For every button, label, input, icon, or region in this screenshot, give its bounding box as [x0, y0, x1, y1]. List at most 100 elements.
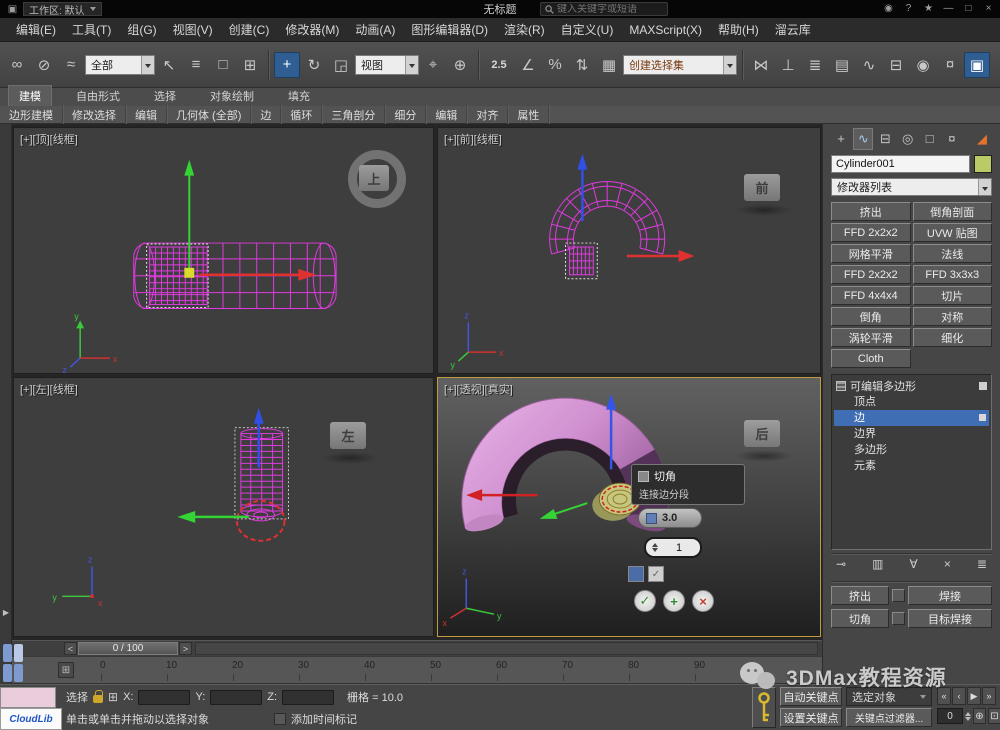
- ribbon-tab[interactable]: 自由形式: [66, 86, 130, 106]
- modifier-set-button[interactable]: 切片: [913, 286, 993, 305]
- select-by-name-icon[interactable]: ≡: [183, 52, 209, 78]
- edit-named-selections-icon[interactable]: ▦: [596, 52, 622, 78]
- edit-edges-button[interactable]: 焊接: [908, 586, 992, 605]
- ribbon-tab[interactable]: 对象绘制: [200, 86, 264, 106]
- z-coord-field[interactable]: [282, 690, 334, 705]
- caddy-apply-button[interactable]: +: [663, 590, 685, 612]
- named-selection-sets-dropdown[interactable]: 创建选择集: [623, 55, 737, 75]
- schematic-view-icon[interactable]: ⊟: [883, 52, 909, 78]
- chamfer-amount-field[interactable]: 3.0: [638, 508, 702, 528]
- ribbon-panel-button[interactable]: 属性: [508, 105, 549, 125]
- search-input[interactable]: [557, 4, 663, 15]
- smooth-toggle[interactable]: ✓: [648, 566, 664, 582]
- stack-root-item[interactable]: 可编辑多边形: [834, 377, 989, 394]
- modifier-set-button[interactable]: 倒角剖面: [913, 202, 993, 221]
- edit-edges-button[interactable]: 目标焊接: [908, 609, 992, 628]
- key-filters-button[interactable]: 关键点过滤器...: [846, 708, 932, 727]
- menu-item[interactable]: 溜云库: [767, 18, 819, 41]
- ribbon-panel-button[interactable]: 三角剖分: [322, 105, 385, 125]
- ribbon-tab[interactable]: 填充: [278, 86, 320, 106]
- mini-curve-editor-icon[interactable]: ⊞: [58, 662, 74, 678]
- previous-frame-arrow[interactable]: <: [64, 642, 77, 655]
- snaps-toggle[interactable]: 2.5: [484, 54, 514, 76]
- ribbon-panel-button[interactable]: 几何体 (全部): [167, 105, 251, 125]
- menu-item[interactable]: 创建(C): [221, 18, 278, 41]
- modifier-set-button[interactable]: FFD 2x2x2: [831, 265, 911, 284]
- angle-snap-icon[interactable]: ∠: [515, 52, 541, 78]
- align-icon[interactable]: ⊥: [775, 52, 801, 78]
- select-and-rotate-icon[interactable]: ↻: [301, 52, 327, 78]
- stack-subobject-item[interactable]: 边: [834, 410, 989, 426]
- edit-edges-button[interactable]: 挤出: [831, 586, 889, 605]
- modifier-set-button[interactable]: 倒角: [831, 307, 911, 326]
- key-filter-selection-dropdown[interactable]: 选定对象: [846, 687, 932, 706]
- pin-stack-icon[interactable]: ⊸: [836, 557, 846, 571]
- object-color-swatch[interactable]: [974, 155, 992, 173]
- ribbon-panel-button[interactable]: 编辑: [426, 105, 467, 125]
- chamfer-type-toggle[interactable]: [628, 566, 644, 582]
- motion-tab-icon[interactable]: ◎: [898, 128, 918, 150]
- unlink-selection-icon[interactable]: ⊘: [31, 52, 57, 78]
- menu-item[interactable]: 帮助(H): [710, 18, 767, 41]
- viewcube-front[interactable]: 前: [744, 174, 780, 201]
- select-object-icon[interactable]: ↖: [156, 52, 182, 78]
- minimize-icon[interactable]: —: [940, 1, 957, 16]
- menu-item[interactable]: 自定义(U): [553, 18, 622, 41]
- viewcube-back[interactable]: 后: [744, 420, 780, 447]
- time-tag-icon[interactable]: [274, 713, 286, 725]
- selection-lock-icon[interactable]: [93, 695, 103, 703]
- modifier-set-button[interactable]: Cloth: [831, 349, 911, 368]
- cloudlib-dock-icon[interactable]: [3, 644, 23, 682]
- viewcube-top[interactable]: 上: [359, 165, 389, 191]
- viewcube-left[interactable]: 左: [330, 422, 366, 449]
- modifier-set-button[interactable]: FFD 4x4x4: [831, 286, 911, 305]
- modifier-set-button[interactable]: 网格平滑: [831, 244, 911, 263]
- menu-item[interactable]: 渲染(R): [496, 18, 553, 41]
- auto-key-button[interactable]: 自动关键点: [780, 687, 842, 706]
- ribbon-tab[interactable]: 选择: [144, 86, 186, 106]
- layer-explorer-icon[interactable]: ≣: [802, 52, 828, 78]
- previous-frame-icon[interactable]: ‹: [952, 687, 966, 705]
- viewport-perspective[interactable]: [+][透视][真实]: [437, 377, 821, 637]
- favorites-icon[interactable]: ★: [920, 1, 937, 16]
- set-key-button[interactable]: 设置关键点: [780, 708, 842, 727]
- modifier-set-button[interactable]: 挤出: [831, 202, 911, 221]
- viewport-front[interactable]: [+][前][线框] z x: [437, 127, 821, 374]
- modifier-set-button[interactable]: 对称: [913, 307, 993, 326]
- close-icon[interactable]: ×: [980, 1, 997, 16]
- modifier-set-button[interactable]: 法线: [913, 244, 993, 263]
- selection-filter-dropdown[interactable]: 全部: [85, 55, 155, 75]
- absolute-offset-mode-icon[interactable]: ⊞: [108, 690, 118, 704]
- viewport-label[interactable]: [+][前][线框]: [444, 131, 502, 147]
- curve-editor-icon[interactable]: ∿: [856, 52, 882, 78]
- create-tab-icon[interactable]: +: [831, 128, 851, 150]
- object-name-field[interactable]: Cylinder001: [831, 155, 970, 173]
- go-to-start-icon[interactable]: «: [937, 687, 951, 705]
- select-and-scale-icon[interactable]: ◲: [328, 52, 354, 78]
- macro-recorder-strip[interactable]: [0, 687, 56, 708]
- modifier-set-button[interactable]: FFD 2x2x2: [831, 223, 911, 242]
- select-and-manipulate-icon[interactable]: ⊕: [447, 52, 473, 78]
- stack-subobject-item[interactable]: 顶点: [834, 394, 989, 410]
- settings-box-icon[interactable]: [892, 589, 905, 602]
- ribbon-panel-button[interactable]: 边形建模: [0, 105, 63, 125]
- ribbon-tab[interactable]: 建模: [8, 85, 52, 106]
- ribbon-panel-button[interactable]: 边: [251, 105, 281, 125]
- menu-item[interactable]: 编辑(E): [8, 18, 64, 41]
- stack-subobject-item[interactable]: 多边形: [834, 442, 989, 458]
- ribbon-toggle-icon[interactable]: ▤: [829, 52, 855, 78]
- stack-subobject-item[interactable]: 边界: [834, 426, 989, 442]
- menu-item[interactable]: 视图(V): [165, 18, 221, 41]
- show-end-result-icon[interactable]: ▥: [872, 557, 883, 571]
- current-frame-field[interactable]: 0: [937, 708, 963, 724]
- viewport-label[interactable]: [+][左][线框]: [20, 381, 78, 397]
- stack-display-icon[interactable]: [979, 382, 987, 390]
- expand-tray-icon[interactable]: ▶: [0, 604, 12, 622]
- go-to-end-icon[interactable]: »: [982, 687, 996, 705]
- utilities-tab-icon[interactable]: ¤: [942, 128, 962, 150]
- ribbon-panel-button[interactable]: 对齐: [467, 105, 508, 125]
- connect-edge-segments-field[interactable]: 1: [644, 537, 702, 558]
- rectangular-selection-region-icon[interactable]: □: [210, 52, 236, 78]
- restore-icon[interactable]: □: [960, 1, 977, 16]
- help-center-icon[interactable]: ?: [900, 1, 917, 16]
